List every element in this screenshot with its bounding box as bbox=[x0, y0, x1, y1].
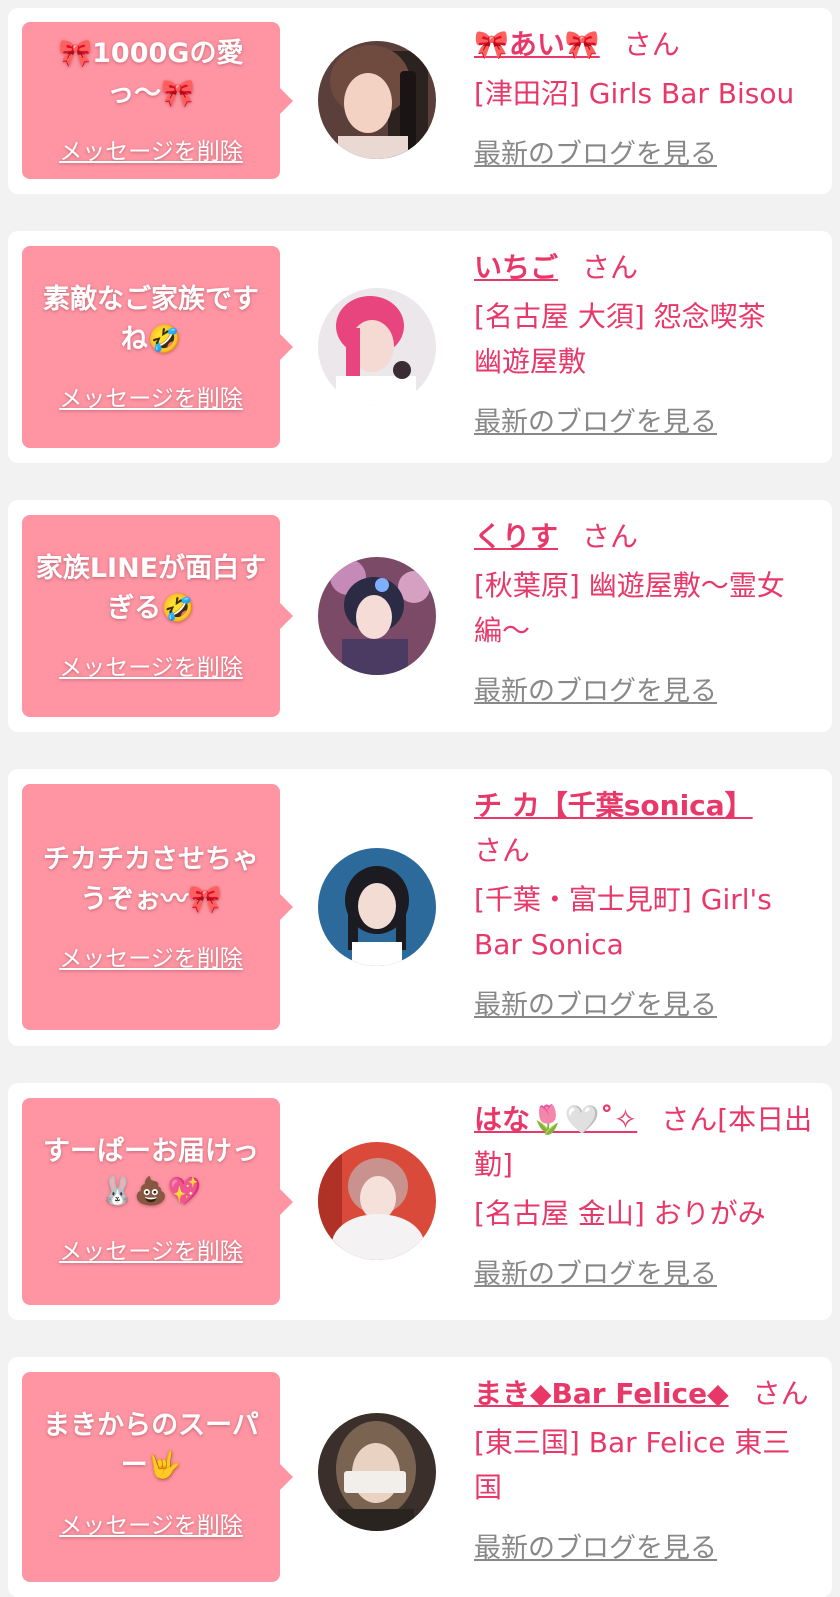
message-bubble: チカチカさせちゃ うぞぉ〰🎀 メッセージを削除 bbox=[22, 784, 293, 1030]
honorific: さん bbox=[752, 1377, 809, 1410]
store-name: [名古屋 金山] おりがみ bbox=[474, 1197, 766, 1230]
gift-message: 素敵なご家族です ね🤣 bbox=[43, 284, 259, 355]
honorific: さん bbox=[474, 834, 531, 867]
delete-message-link[interactable]: メッセージを削除 bbox=[22, 1506, 280, 1540]
cast-info: くりす さん [秋葉原] 幽遊屋敷〜霊女 編〜 最新のブログを見る bbox=[474, 514, 824, 714]
honorific: さん bbox=[582, 251, 639, 284]
avatar[interactable] bbox=[318, 288, 436, 406]
cast-name-link[interactable]: いちご bbox=[474, 251, 558, 284]
message-bubble: 素敵なご家族です ね🤣 メッセージを削除 bbox=[22, 246, 293, 448]
gift-entry-card: 家族LINEが面白す ぎる🤣 メッセージを削除 くりす さん [秋葉原] 幽遊屋敷… bbox=[8, 500, 832, 732]
message-bubble: 🎀1000Gの愛 っ〜🎀 メッセージを削除 bbox=[22, 22, 293, 179]
cast-info: まき◆Bar Felice◆ さん [東三国] Bar Felice 東三 国 最… bbox=[474, 1371, 824, 1571]
gift-entry-card: すーぱーお届けっ 🐰💩💖 メッセージを削除 はな🌷🤍˚✧ さん[本日出勤] [名古… bbox=[8, 1083, 832, 1320]
gift-entry-card: まきからのスーパ ー🤟 メッセージを削除 まき◆Bar Felice◆ さん [東… bbox=[8, 1357, 832, 1597]
gift-entry-card: 🎀1000Gの愛 っ〜🎀 メッセージを削除 🎀あい🎀 さん [津田沼] Girls… bbox=[8, 8, 832, 194]
cast-info: いちご さん [名古屋 大須] 怨念喫茶 幽遊屋敷 最新のブログを見る bbox=[474, 245, 824, 445]
cast-name-row: くりす さん bbox=[474, 514, 824, 559]
message-bubble: すーぱーお届けっ 🐰💩💖 メッセージを削除 bbox=[22, 1098, 293, 1305]
avatar[interactable] bbox=[318, 557, 436, 675]
message-bubble: まきからのスーパ ー🤟 メッセージを削除 bbox=[22, 1372, 293, 1582]
cast-name-link[interactable]: 🎀あい🎀 bbox=[474, 28, 600, 61]
gift-message: チカチカさせちゃ うぞぉ〰🎀 bbox=[43, 844, 259, 915]
latest-blog-link[interactable]: 最新のブログを見る bbox=[474, 669, 824, 714]
store-name: [千葉・富士見町] Girl's Bar Sonica bbox=[474, 883, 772, 961]
latest-blog-link[interactable]: 最新のブログを見る bbox=[474, 400, 824, 445]
store-name: [秋葉原] 幽遊屋敷〜霊女 編〜 bbox=[474, 569, 785, 647]
honorific: さん bbox=[623, 28, 680, 61]
gift-message: 🎀1000Gの愛 っ〜🎀 bbox=[58, 38, 244, 109]
store-name: [津田沼] Girls Bar Bisou bbox=[474, 77, 795, 110]
avatar[interactable] bbox=[318, 1413, 436, 1531]
cast-name-row: チ カ【千葉sonica】 さん bbox=[474, 783, 824, 873]
latest-blog-link[interactable]: 最新のブログを見る bbox=[474, 983, 824, 1028]
cast-name-row: はな🌷🤍˚✧ さん[本日出勤] bbox=[474, 1097, 824, 1187]
latest-blog-link[interactable]: 最新のブログを見る bbox=[474, 1526, 824, 1571]
cast-name-row: いちご さん bbox=[474, 245, 824, 290]
avatar[interactable] bbox=[318, 41, 436, 159]
message-bubble: 家族LINEが面白す ぎる🤣 メッセージを削除 bbox=[22, 515, 293, 717]
cast-name-link[interactable]: はな🌷🤍˚✧ bbox=[474, 1103, 637, 1136]
latest-blog-link[interactable]: 最新のブログを見る bbox=[474, 1252, 824, 1297]
delete-message-link[interactable]: メッセージを削除 bbox=[22, 939, 280, 973]
honorific: さん bbox=[582, 520, 639, 553]
gift-message: すーぱーお届けっ 🐰💩💖 bbox=[43, 1136, 259, 1207]
gift-entry-card: チカチカさせちゃ うぞぉ〰🎀 メッセージを削除 チ カ【千葉sonica】 さん … bbox=[8, 769, 832, 1046]
latest-blog-link[interactable]: 最新のブログを見る bbox=[474, 132, 824, 177]
cast-info: チ カ【千葉sonica】 さん [千葉・富士見町] Girl's Bar Son… bbox=[474, 783, 824, 1028]
avatar[interactable] bbox=[318, 848, 436, 966]
cast-name-row: 🎀あい🎀 さん bbox=[474, 22, 824, 67]
delete-message-link[interactable]: メッセージを削除 bbox=[22, 379, 280, 413]
delete-message-link[interactable]: メッセージを削除 bbox=[22, 648, 280, 682]
avatar[interactable] bbox=[318, 1142, 436, 1260]
gift-message: 家族LINEが面白す ぎる🤣 bbox=[35, 553, 267, 624]
cast-info: はな🌷🤍˚✧ さん[本日出勤] [名古屋 金山] おりがみ 最新のブログを見る bbox=[474, 1097, 824, 1297]
store-name: [名古屋 大須] 怨念喫茶 幽遊屋敷 bbox=[474, 300, 766, 378]
gift-message: まきからのスーパ ー🤟 bbox=[43, 1410, 259, 1481]
gift-entry-card: 素敵なご家族です ね🤣 メッセージを削除 いちご さん [名古屋 大須] 怨念喫茶… bbox=[8, 231, 832, 463]
cast-name-link[interactable]: まき◆Bar Felice◆ bbox=[474, 1377, 729, 1410]
delete-message-link[interactable]: メッセージを削除 bbox=[22, 1232, 280, 1266]
cast-info: 🎀あい🎀 さん [津田沼] Girls Bar Bisou 最新のブログを見る bbox=[474, 22, 824, 177]
cast-name-link[interactable]: くりす bbox=[474, 520, 558, 553]
delete-message-link[interactable]: メッセージを削除 bbox=[22, 132, 280, 166]
cast-name-link[interactable]: チ カ【千葉sonica】 bbox=[474, 789, 753, 822]
cast-name-row: まき◆Bar Felice◆ さん bbox=[474, 1371, 824, 1416]
store-name: [東三国] Bar Felice 東三 国 bbox=[474, 1426, 791, 1504]
